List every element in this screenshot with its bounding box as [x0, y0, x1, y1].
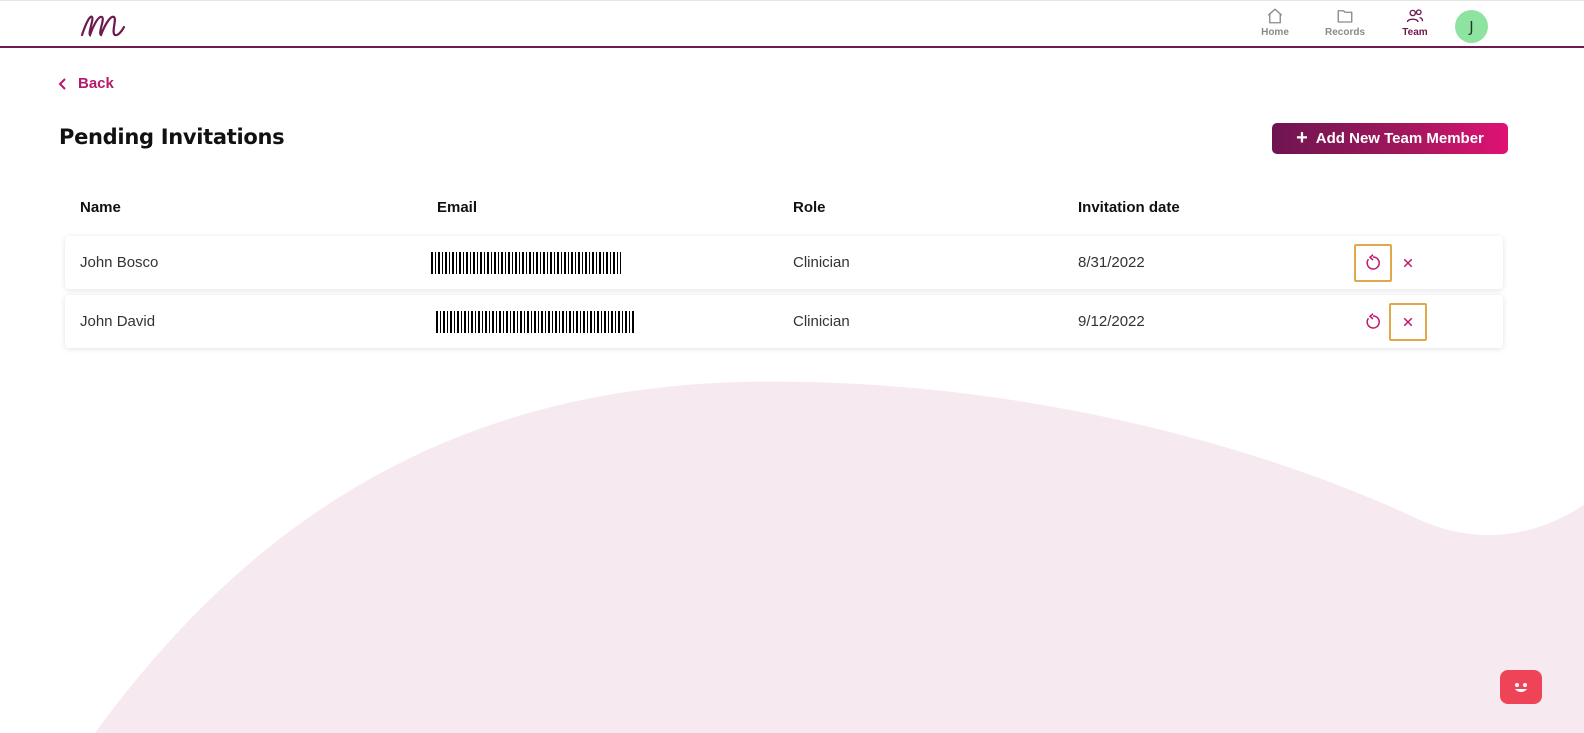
resend-icon: [1366, 254, 1380, 270]
add-team-member-button[interactable]: + Add New Team Member: [1272, 123, 1508, 154]
plus-icon: +: [1296, 126, 1308, 149]
nav-item-label: Records: [1324, 27, 1365, 38]
cell-invitation-date: 8/31/2022: [1078, 254, 1145, 271]
smiley-chat-icon: [1515, 683, 1527, 692]
redacted-email-barcode: [436, 310, 636, 333]
nav-item-records[interactable]: Records: [1310, 7, 1380, 38]
nav-item-home[interactable]: Home: [1240, 7, 1310, 38]
folder-icon: [1337, 10, 1353, 23]
column-header-name: Name: [80, 199, 121, 216]
column-header-email: Email: [437, 199, 478, 216]
nav-item-team[interactable]: Team: [1380, 7, 1450, 38]
nav-item-label: Home: [1261, 27, 1289, 38]
cell-email-redacted: [431, 236, 621, 289]
back-label: Back: [78, 75, 114, 92]
redacted-email-barcode: [431, 251, 621, 274]
nav-item-label: Team: [1402, 27, 1428, 38]
add-button-label: Add New Team Member: [1315, 130, 1484, 147]
close-icon: [1403, 317, 1413, 327]
resend-invitation-button[interactable]: [1354, 303, 1392, 341]
cancel-invitation-button[interactable]: [1389, 244, 1427, 282]
cell-name: John David: [80, 313, 156, 330]
column-header-invitation-date: Invitation date: [1078, 199, 1180, 216]
table-header: Name Email Role Invitation date: [65, 199, 1503, 221]
close-icon: [1403, 258, 1413, 268]
cell-invitation-date: 9/12/2022: [1078, 313, 1145, 330]
resend-invitation-button[interactable]: [1354, 244, 1392, 282]
brand-logo[interactable]: [78, 5, 130, 43]
cell-name: John Bosco: [80, 254, 159, 271]
user-avatar[interactable]: J: [1455, 10, 1488, 43]
back-link[interactable]: Back: [58, 75, 114, 92]
resend-icon: [1366, 313, 1380, 329]
column-header-role: Role: [793, 199, 826, 216]
main-nav: Home Records Team: [1240, 7, 1450, 38]
table-row: John David Clinician 9/12/2022: [65, 295, 1503, 348]
cell-role: Clinician: [793, 254, 850, 271]
cancel-invitation-button[interactable]: [1389, 303, 1427, 341]
table-row: John Bosco Clinician 8/31/2022: [65, 236, 1503, 289]
top-navigation-bar: Home Records Team J: [0, 0, 1584, 48]
team-icon: [1406, 9, 1424, 23]
page-title: Pending Invitations: [59, 125, 285, 149]
chat-widget-button[interactable]: [1500, 670, 1542, 704]
chevron-left-icon: [58, 77, 66, 90]
cell-role: Clinician: [793, 313, 850, 330]
cell-email-redacted: [436, 295, 636, 348]
main-content: Back Pending Invitations + Add New Team …: [0, 0, 1584, 733]
home-icon: [1267, 8, 1283, 24]
